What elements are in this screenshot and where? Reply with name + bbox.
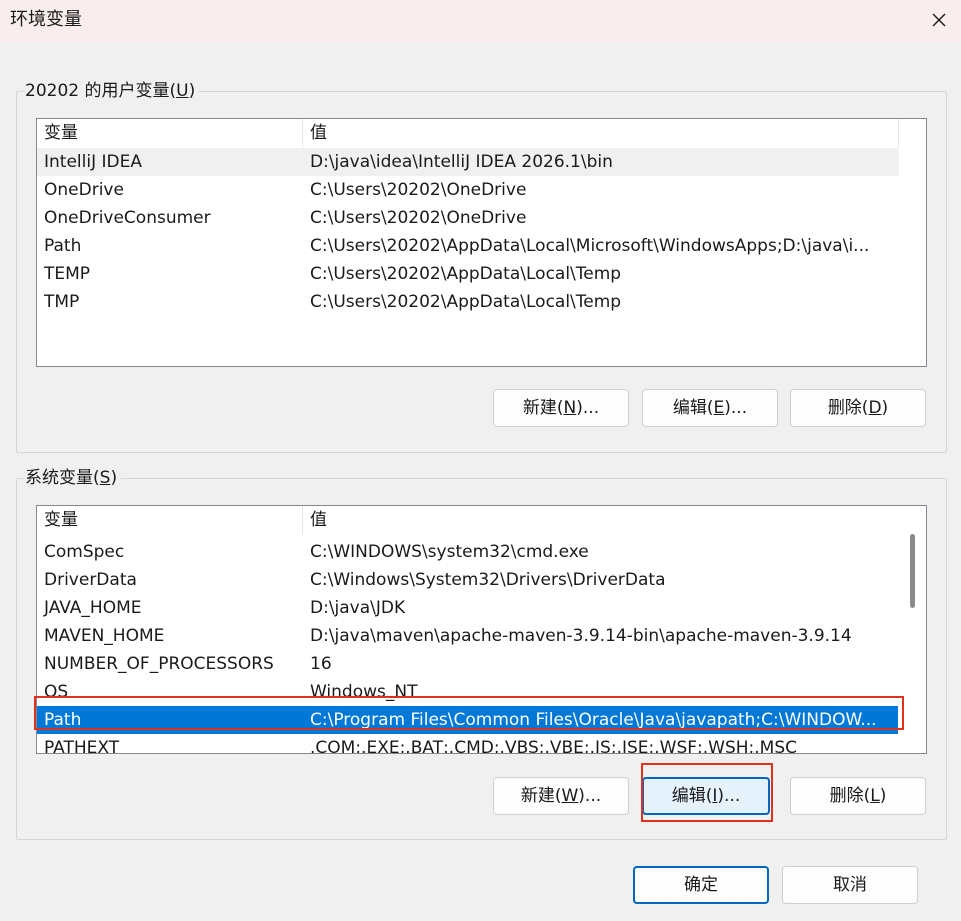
cancel-button[interactable]: 取消 (782, 866, 918, 904)
list-item-selected[interactable]: Path C:\Program Files\Common Files\Oracle… (37, 706, 899, 734)
dialog-title: 环境变量 (10, 9, 82, 30)
system-variables-scrollbar[interactable] (898, 506, 926, 753)
list-item[interactable]: IntelliJ IDEA D:\java\idea\IntelliJ IDEA … (37, 148, 899, 176)
user-new-button[interactable]: 新建(N)... (493, 389, 629, 427)
system-edit-button[interactable]: 编辑(I)... (642, 777, 770, 815)
close-icon (932, 13, 946, 27)
system-variables-group-label: 系统变量(S) (25, 467, 122, 489)
list-item[interactable]: TEMP C:\Users\20202\AppData\Local\Temp (37, 260, 899, 288)
column-header-variable[interactable]: 变量 (37, 119, 303, 147)
list-item[interactable]: TMP C:\Users\20202\AppData\Local\Temp (37, 288, 899, 316)
close-button[interactable] (917, 0, 961, 40)
list-item[interactable]: ComSpec C:\WINDOWS\system32\cmd.exe (37, 538, 899, 566)
system-variables-list-body: ComSpec C:\WINDOWS\system32\cmd.exe Drive… (37, 538, 899, 753)
list-item[interactable]: PATHEXT .COM;.EXE;.BAT;.CMD;.VBS;.VBE;.JS… (37, 734, 899, 753)
scrollbar-thumb[interactable] (910, 534, 915, 608)
title-bar: 环境变量 (0, 0, 961, 42)
environment-variables-dialog: 环境变量 20202 的用户变量(U) 变量 值 IntelliJ IDEA D:… (0, 0, 961, 921)
column-header-value[interactable]: 值 (303, 119, 899, 147)
column-header-value[interactable]: 值 (303, 506, 899, 534)
user-edit-button[interactable]: 编辑(E)... (642, 389, 778, 427)
user-variables-group-label: 20202 的用户变量(U) (25, 80, 200, 102)
system-new-button[interactable]: 新建(W)... (493, 777, 629, 815)
list-item[interactable]: MAVEN_HOME D:\java\maven\apache-maven-3.9… (37, 622, 899, 650)
list-item[interactable]: DriverData C:\Windows\System32\Drivers\Dr… (37, 566, 899, 594)
user-variables-list-body: IntelliJ IDEA D:\java\idea\IntelliJ IDEA … (37, 148, 899, 316)
ok-button[interactable]: 确定 (633, 866, 769, 904)
user-variables-list[interactable]: 变量 值 IntelliJ IDEA D:\java\idea\IntelliJ … (36, 118, 927, 367)
system-variables-list-header: 变量 值 (37, 506, 899, 534)
list-item[interactable]: OneDrive C:\Users\20202\OneDrive (37, 176, 899, 204)
list-item[interactable]: OneDriveConsumer C:\Users\20202\OneDrive (37, 204, 899, 232)
user-delete-button[interactable]: 删除(D) (790, 389, 926, 427)
system-variables-list[interactable]: 变量 值 ComSpec C:\WINDOWS\system32\cmd.exe … (36, 505, 927, 754)
user-variables-list-header: 变量 值 (37, 119, 899, 147)
system-delete-button[interactable]: 删除(L) (790, 777, 926, 815)
list-item[interactable]: JAVA_HOME D:\java\JDK (37, 594, 899, 622)
column-header-variable[interactable]: 变量 (37, 506, 303, 534)
list-item[interactable]: OS Windows_NT (37, 678, 899, 706)
list-item[interactable]: Path C:\Users\20202\AppData\Local\Microso… (37, 232, 899, 260)
list-item[interactable]: NUMBER_OF_PROCESSORS 16 (37, 650, 899, 678)
